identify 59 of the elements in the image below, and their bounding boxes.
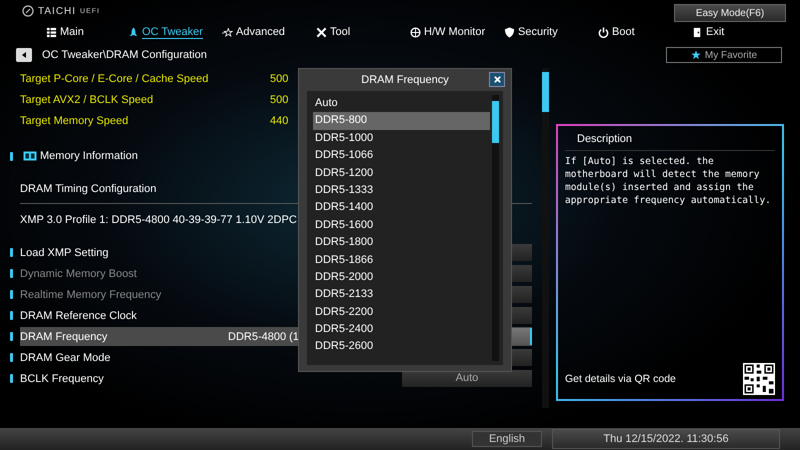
target-label: Target P-Core / E-Core / Cache Speed xyxy=(20,72,210,84)
menu-tab[interactable]: OC Tweaker xyxy=(128,23,222,41)
target-value: 500 xyxy=(270,72,288,84)
menu-tab[interactable]: Boot xyxy=(598,23,692,41)
option-item[interactable]: DDR5-800 xyxy=(313,112,490,130)
setting-row[interactable]: BCLK Frequency Auto xyxy=(20,369,532,388)
target-value: 500 xyxy=(270,94,288,106)
option-item[interactable]: DDR5-2000 xyxy=(313,268,490,286)
qr-code-icon xyxy=(743,363,775,395)
logo-text: TAICHI xyxy=(38,6,76,16)
option-item[interactable]: DDR5-1066 xyxy=(313,147,490,165)
menu-tab[interactable]: Main xyxy=(46,23,128,41)
menu-tab[interactable]: Exit xyxy=(692,23,786,41)
dialog-title: DRAM Frequency xyxy=(361,74,449,86)
option-item[interactable]: DDR5-2200 xyxy=(313,304,490,322)
description-text: If [Auto] is selected. the motherboard will detect the memory module(s) inserted and assign the appropriate frequency automatically. xyxy=(565,155,772,207)
qr-caption: Get details via QR code xyxy=(565,373,676,385)
target-label: Target AVX2 / BCLK Speed xyxy=(20,94,154,106)
language-button[interactable]: English xyxy=(472,431,542,447)
option-item[interactable]: DDR5-2133 xyxy=(313,286,490,304)
tools-icon xyxy=(316,26,327,38)
back-button[interactable] xyxy=(16,48,32,62)
target-label: Target Memory Speed xyxy=(20,114,130,126)
option-item[interactable]: Auto xyxy=(313,95,490,112)
option-item[interactable]: DDR5-1600 xyxy=(313,216,490,234)
my-favorite-button[interactable]: My Favorite xyxy=(666,47,782,63)
option-item[interactable]: DDR5-1800 xyxy=(313,234,490,252)
memory-icon xyxy=(23,151,37,161)
scrollbar[interactable] xyxy=(492,95,499,361)
close-button[interactable] xyxy=(489,72,505,87)
menu-tab[interactable]: Advanced xyxy=(222,23,316,41)
logo-icon xyxy=(22,5,34,17)
breadcrumb: OC Tweaker\DRAM Configuration xyxy=(42,49,207,61)
section-heading: DRAM Timing Configuration xyxy=(20,182,156,197)
menu-tab[interactable]: Security xyxy=(504,23,598,41)
option-item[interactable]: DDR5-1866 xyxy=(313,252,490,269)
power-icon xyxy=(598,26,609,38)
shield-icon xyxy=(504,26,515,38)
easy-mode-button[interactable]: Easy Mode(F6) xyxy=(674,4,786,22)
star-icon xyxy=(222,26,233,38)
option-item[interactable]: DDR5-1400 xyxy=(313,199,490,217)
option-item[interactable]: DDR5-1200 xyxy=(313,164,490,182)
description-title: Description xyxy=(576,132,634,147)
rocket-icon xyxy=(128,26,139,38)
list-icon xyxy=(46,26,57,38)
door-icon xyxy=(692,26,703,38)
xmp-profile-text: XMP 3.0 Profile 1: DDR5-4800 40-39-39-77 1.10V 2DPC xyxy=(20,213,297,228)
target-value: 440 xyxy=(270,114,288,126)
scrollbar[interactable] xyxy=(542,68,549,408)
star-icon xyxy=(690,50,701,60)
close-icon xyxy=(492,75,502,84)
left-arrow-icon xyxy=(20,51,28,59)
option-item[interactable]: DDR5-1000 xyxy=(313,130,490,148)
menu-tab[interactable]: Tool xyxy=(316,23,410,41)
date-time: Thu 12/15/2022. 11:30:56 xyxy=(552,429,780,449)
option-item[interactable]: DDR5-1333 xyxy=(313,182,490,200)
crosshair-icon xyxy=(410,26,421,38)
submenu-link[interactable]: Memory Information xyxy=(40,150,138,162)
menu-tab[interactable]: H/W Monitor xyxy=(410,23,504,41)
